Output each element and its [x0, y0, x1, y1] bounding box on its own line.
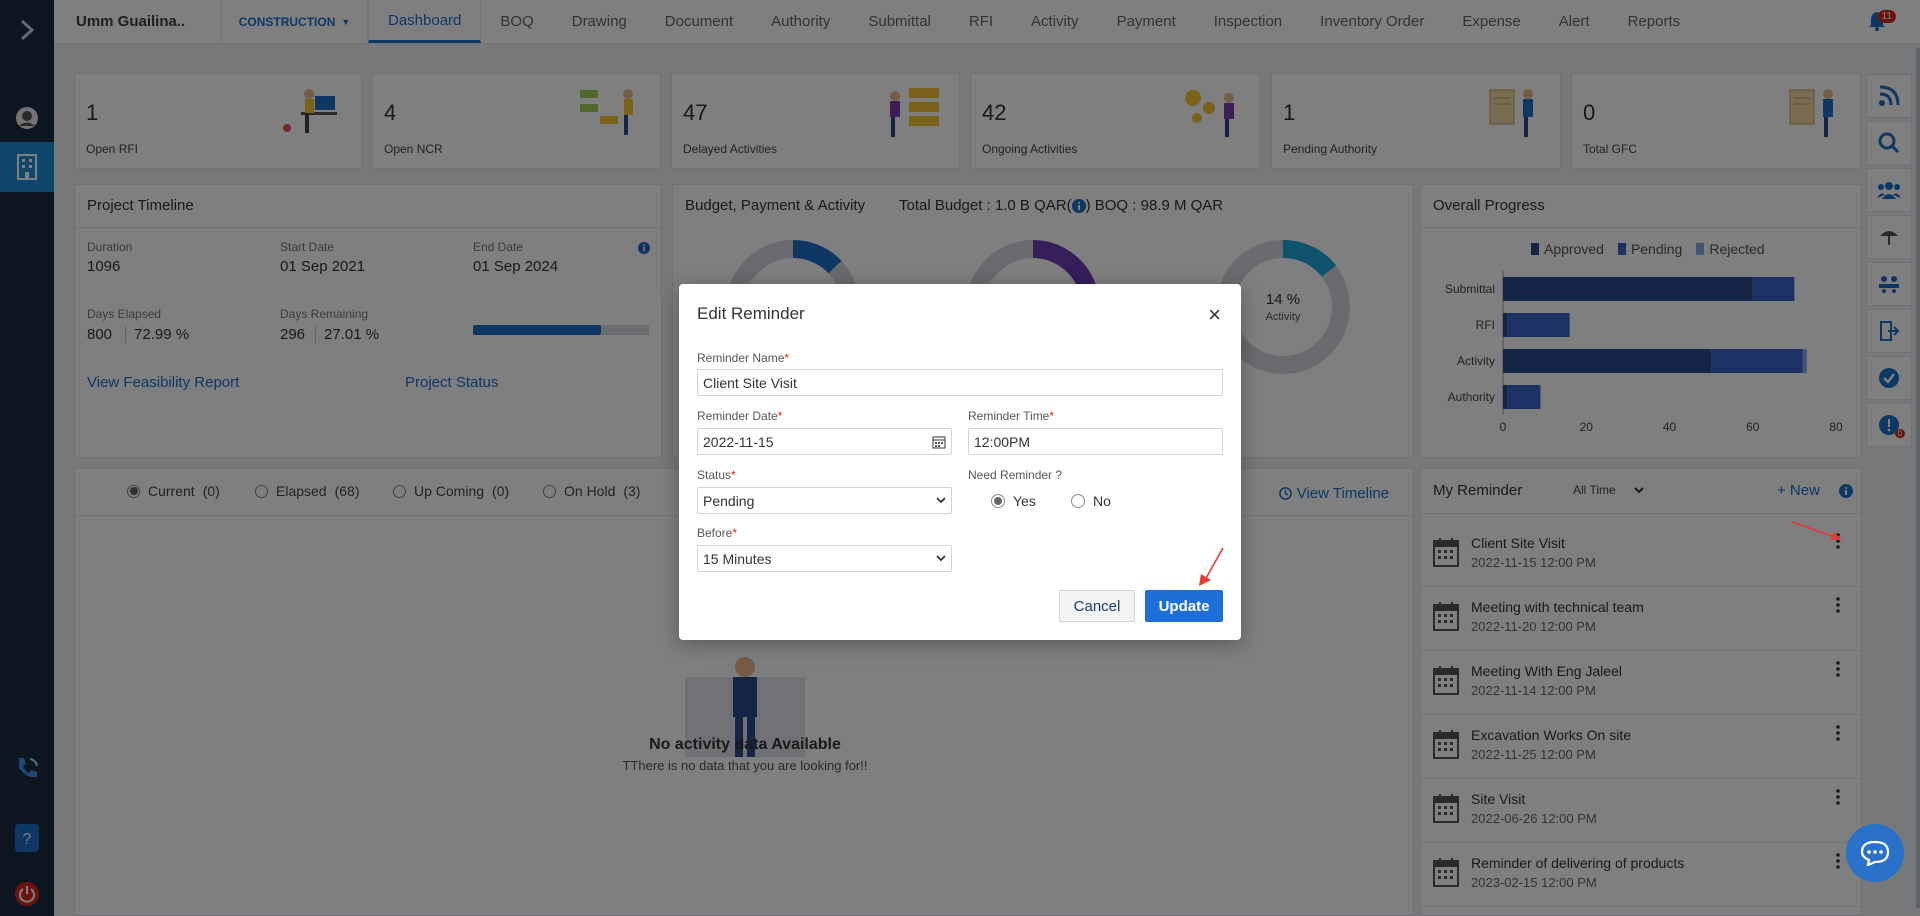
chevron-down-icon [936, 497, 946, 504]
edit-reminder-modal: Edit Reminder × Reminder Name* Client Si… [679, 284, 1241, 640]
need-reminder-label: Need Reminder ? [968, 468, 1063, 482]
need-reminder-yes-radio[interactable]: Yes [991, 493, 1036, 509]
reminder-time-label: Reminder Time* [968, 409, 1055, 423]
radio-icon [991, 494, 1005, 508]
reminder-date-label: Reminder Date* [697, 409, 783, 423]
before-label: Before* [697, 526, 738, 540]
annotation-arrow-icon [1791, 521, 1842, 540]
chat-icon [1860, 840, 1890, 866]
reminder-name-label: Reminder Name* [697, 351, 790, 365]
chevron-down-icon [936, 555, 946, 562]
status-select[interactable]: Pending [697, 487, 952, 514]
cancel-button[interactable]: Cancel [1059, 590, 1135, 622]
radio-icon [1071, 494, 1085, 508]
update-button[interactable]: Update [1145, 590, 1223, 622]
calendar-icon[interactable] [932, 435, 946, 449]
reminder-date-input[interactable]: 2022-11-15 [697, 428, 952, 455]
annotation-arrow-icon [1199, 547, 1224, 586]
reminder-time-input[interactable]: 12:00PM [968, 428, 1223, 455]
chat-button[interactable] [1846, 824, 1904, 882]
modal-title: Edit Reminder [697, 304, 805, 323]
status-label: Status* [697, 468, 736, 482]
before-select[interactable]: 15 Minutes [697, 545, 952, 572]
close-icon[interactable]: × [1208, 302, 1221, 328]
need-reminder-no-radio[interactable]: No [1071, 493, 1111, 509]
reminder-name-input[interactable]: Client Site Visit [697, 369, 1223, 396]
